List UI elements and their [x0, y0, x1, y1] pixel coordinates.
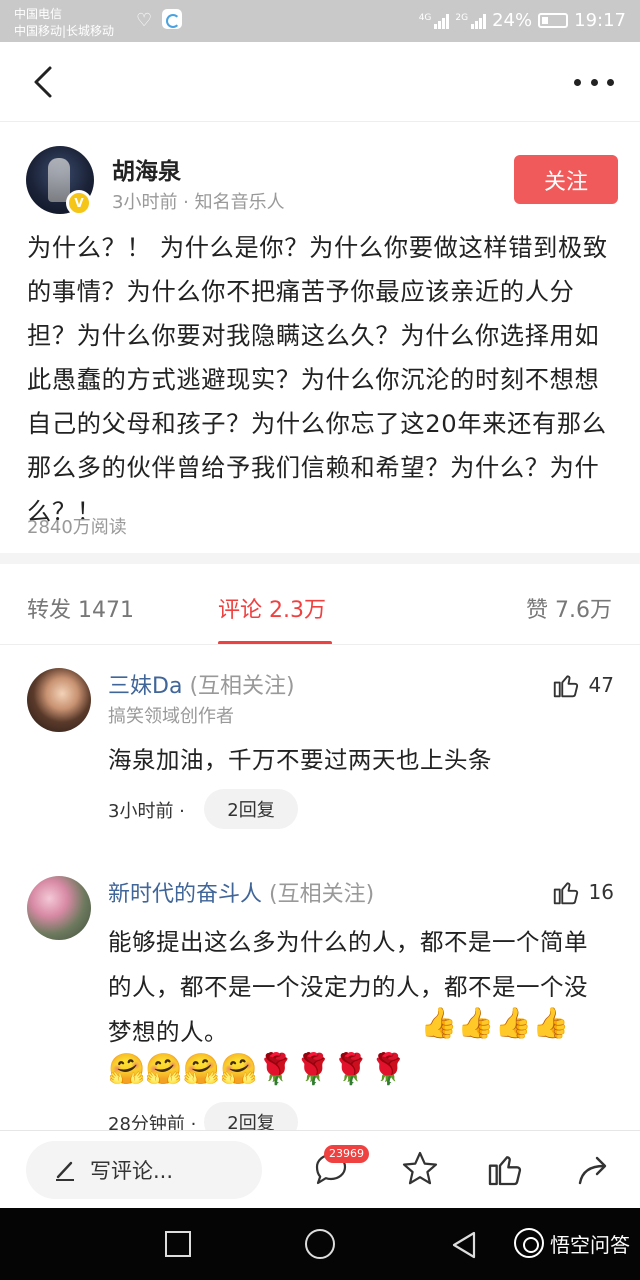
read-count: 2840万阅读 [27, 517, 127, 538]
tab-forward[interactable]: 转发 1471 [27, 592, 134, 624]
verified-badge-icon: V [66, 190, 92, 216]
post-meta: 3小时前 · 知名音乐人 [112, 192, 285, 213]
write-comment-input[interactable]: 写评论... [26, 1141, 262, 1199]
tab-divider [0, 644, 640, 645]
more-options-icon[interactable] [574, 70, 614, 94]
carrier-1: 中国电信 [14, 7, 63, 21]
status-right: 4G 2G 24% 19:17 [419, 10, 626, 31]
mutual-follow-label: (互相关注) [269, 882, 375, 907]
back-arrow-icon[interactable] [30, 64, 60, 100]
commenter-name[interactable]: 新时代的奋斗人 (互相关注) [108, 876, 374, 908]
recent-apps-icon[interactable] [165, 1231, 191, 1257]
like-count: 16 [588, 880, 614, 904]
clock: 19:17 [574, 10, 626, 31]
section-divider [0, 553, 640, 564]
thumbs-up-icon[interactable] [485, 1149, 525, 1189]
comment-time: 3小时前 · [108, 801, 185, 822]
home-icon[interactable] [305, 1229, 335, 1259]
author-name[interactable]: 胡海泉 [112, 152, 181, 186]
post-content: 为什么？！ 为什么是你？为什么你要做这样错到极致的事情？为什么你不把痛苦予你最应… [27, 234, 608, 526]
system-nav-bar: 悟空问答 [0, 1208, 640, 1280]
battery-percent: 24% [492, 10, 533, 31]
thumbs-up-icon [553, 675, 578, 698]
emoji-row: 🤗🤗🤗🤗🌹🌹🌹🌹 [108, 1052, 407, 1087]
comment-placeholder: 写评论... [90, 1159, 174, 1183]
tab-comment[interactable]: 评论 2.3万 [218, 592, 326, 624]
health-app-icon: ♡ [136, 10, 153, 31]
signal-2-icon: 2G [455, 13, 487, 29]
battery-icon [538, 13, 569, 28]
status-bar: 中国电信 中国移动|长城移动 ♡ 4G 2G 24% 19:17 [0, 0, 640, 42]
commenter-name[interactable]: 三妹Da (互相关注) [108, 668, 295, 700]
comment-text: 海泉加油，千万不要过两天也上头条 [108, 746, 492, 774]
nav-back-icon[interactable] [450, 1230, 478, 1260]
thumbs-emoji-row: 👍👍👍👍 [420, 1006, 570, 1041]
comment-like-button[interactable]: 47 [551, 670, 614, 700]
comment-like-button[interactable]: 16 [551, 877, 614, 907]
share-icon[interactable] [574, 1149, 614, 1189]
app-notification-icon [162, 9, 182, 29]
pencil-icon [56, 1161, 74, 1181]
like-count: 47 [588, 673, 614, 697]
signal-1-icon: 4G [419, 13, 450, 29]
reply-count-button[interactable]: 2回复 [204, 789, 298, 829]
comment-count-badge: 23969 [324, 1145, 369, 1163]
commenter-avatar[interactable] [27, 876, 91, 940]
star-favorite-icon[interactable] [400, 1149, 440, 1189]
follow-button[interactable]: 关注 [514, 155, 618, 204]
bottom-action-bar: 写评论... 23969 [0, 1130, 640, 1208]
commenter-role: 搞笑领域创作者 [108, 706, 234, 727]
commenter-avatar[interactable] [27, 668, 91, 732]
carrier-2: 中国移动|长城移动 [14, 24, 115, 38]
top-bar [0, 42, 640, 122]
thumbs-up-icon [553, 882, 578, 905]
watermark: 悟空问答 [514, 1228, 630, 1258]
watermark-text: 悟空问答 [550, 1232, 630, 1257]
wukong-logo-icon [514, 1228, 544, 1258]
mutual-follow-label: (互相关注) [189, 674, 295, 699]
tab-like[interactable]: 赞 7.6万 [526, 592, 612, 624]
